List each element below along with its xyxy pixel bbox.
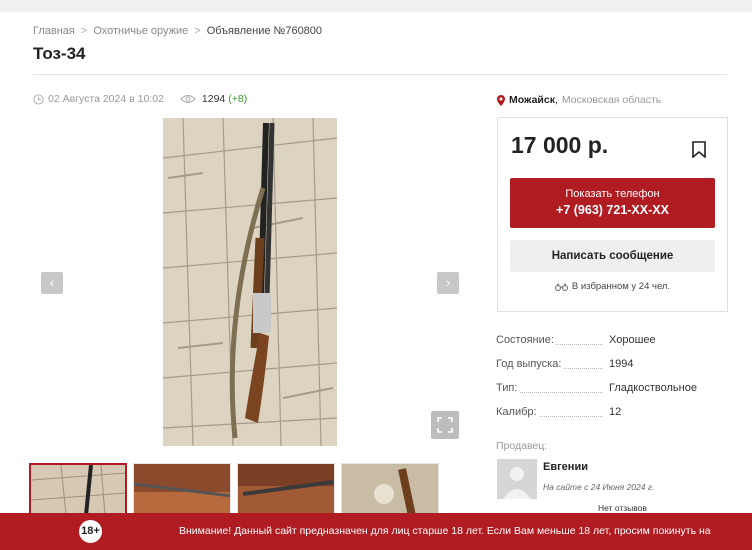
spec-row-type: Тип: Гладкоствольное bbox=[496, 382, 736, 406]
location-city[interactable]: Можайск bbox=[509, 94, 555, 106]
top-bar bbox=[0, 0, 752, 12]
thumbnail-strip bbox=[29, 463, 439, 515]
clock-icon bbox=[33, 93, 44, 105]
age-warning-text: Внимание! Данный сайт предназначен для л… bbox=[179, 525, 711, 537]
listing-meta: 02 Августа 2024 в 10:02 1294 (+8) bbox=[33, 93, 247, 105]
user-icon bbox=[497, 459, 537, 499]
spec-row-caliber: Калибр: 12 bbox=[496, 406, 736, 430]
eye-icon bbox=[180, 95, 196, 103]
spec-row-condition: Состояние: Хорошее bbox=[496, 334, 736, 358]
breadcrumb-category[interactable]: Охотничье оружие bbox=[93, 25, 188, 37]
spec-value: 12 bbox=[609, 406, 622, 418]
fullscreen-icon bbox=[437, 417, 453, 433]
chevron-right-icon: › bbox=[445, 275, 451, 290]
price-card: 17 000 р. Показать телефон +7 (963) 721-… bbox=[497, 117, 728, 312]
spec-value: Хорошее bbox=[609, 334, 656, 346]
page-title: Тоз-34 bbox=[33, 44, 86, 63]
price: 17 000 р. bbox=[511, 132, 609, 158]
seller-label: Продавец: bbox=[496, 440, 548, 452]
favorites-text: В избранном у 24 чел. bbox=[571, 281, 671, 292]
seller-since: На сайте с 24 Июня 2024 г. bbox=[543, 482, 655, 492]
chevron-left-icon: ‹ bbox=[49, 275, 55, 290]
spec-key: Год выпуска: bbox=[496, 358, 564, 370]
spec-value: Гладкоствольное bbox=[609, 382, 697, 394]
location: Можайск, Московская область bbox=[497, 94, 661, 106]
spec-key: Калибр: bbox=[496, 406, 539, 418]
favorites-count: В избранном у 24 чел. bbox=[498, 281, 727, 292]
listing-date: 02 Августа 2024 в 10:02 bbox=[48, 93, 164, 105]
views-value: 1294 bbox=[201, 93, 226, 105]
phone-number: +7 (963) 721-XX-XX bbox=[556, 203, 669, 217]
map-pin-icon bbox=[497, 94, 505, 106]
age-warning-banner: 18+ Внимание! Данный сайт предназначен д… bbox=[0, 513, 752, 550]
bookmark-button[interactable] bbox=[692, 141, 706, 163]
write-message-button[interactable]: Написать сообщение bbox=[510, 240, 715, 272]
show-phone-label: Показать телефон bbox=[565, 188, 660, 200]
spec-key: Состояние: bbox=[496, 334, 556, 346]
breadcrumb-current: Объявление №760800 bbox=[206, 25, 323, 37]
thumbnail[interactable] bbox=[341, 463, 439, 515]
binoculars-icon bbox=[554, 282, 568, 291]
spec-row-year: Год выпуска: 1994 bbox=[496, 358, 736, 382]
views-count: 1294 (+8) bbox=[180, 93, 247, 105]
spec-value: 1994 bbox=[609, 358, 634, 370]
spec-key: Тип: bbox=[496, 382, 520, 394]
show-phone-button[interactable]: Показать телефон +7 (963) 721-XX-XX bbox=[510, 178, 715, 228]
breadcrumb-separator: > bbox=[194, 25, 201, 37]
thumbnail[interactable] bbox=[29, 463, 127, 515]
breadcrumb-separator: > bbox=[80, 25, 88, 37]
avatar[interactable] bbox=[497, 459, 537, 499]
specs-table: Состояние: Хорошее Год выпуска: 1994 Тип… bbox=[496, 334, 736, 430]
location-region: Московская область bbox=[561, 94, 662, 106]
breadcrumb: Главная > Охотничье оружие > Объявление №760… bbox=[33, 25, 322, 37]
breadcrumb-home[interactable]: Главная bbox=[33, 25, 75, 37]
thumbnail[interactable] bbox=[237, 463, 335, 515]
fullscreen-button[interactable] bbox=[431, 411, 459, 439]
next-photo-button[interactable]: › bbox=[437, 272, 459, 294]
prev-photo-button[interactable]: ‹ bbox=[41, 272, 63, 294]
seller-name[interactable]: Евгении bbox=[543, 461, 588, 473]
main-photo[interactable] bbox=[163, 118, 337, 446]
divider bbox=[33, 74, 727, 75]
bookmark-icon bbox=[692, 141, 706, 159]
age-18-badge: 18+ bbox=[79, 520, 102, 543]
thumbnail[interactable] bbox=[133, 463, 231, 515]
views-delta: (+8) bbox=[228, 93, 248, 105]
seller-reviews: Нет отзывов bbox=[598, 503, 647, 513]
